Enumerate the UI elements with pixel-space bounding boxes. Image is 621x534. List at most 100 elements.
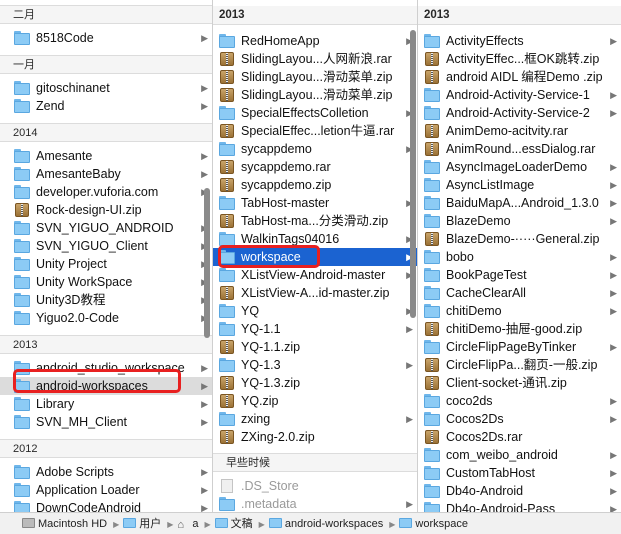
path-crumb-macintosh-hd[interactable]: Macintosh HD bbox=[22, 513, 107, 534]
file-row-zxing[interactable]: zxing ▶ bbox=[213, 410, 417, 428]
disclosure-arrow-icon[interactable]: ▶ bbox=[610, 266, 617, 284]
file-row-sycappdemo[interactable]: sycappdemo▶ bbox=[213, 140, 417, 158]
disclosure-arrow-icon[interactable]: ▶ bbox=[610, 446, 617, 464]
file-row-amesante[interactable]: Amesante ▶ bbox=[0, 147, 212, 165]
disclosure-arrow-icon[interactable]: ▶ bbox=[610, 32, 617, 50]
file-row-customtabhost[interactable]: CustomTabHost ▶ bbox=[418, 464, 621, 482]
file-row-db4o-android[interactable]: Db4o-Android ▶ bbox=[418, 482, 621, 500]
file-row-slidinglayou-zip[interactable]: SlidingLayou...滑动菜单.zip bbox=[213, 68, 417, 86]
file-row-chitidemo[interactable]: chitiDemo ▶ bbox=[418, 302, 621, 320]
scrollbar[interactable] bbox=[204, 188, 210, 338]
file-row-android-aidl-demo-zip[interactable]: android AIDL 编程Demo .zip bbox=[418, 68, 621, 86]
file-row-metadata[interactable]: .metadata ▶ bbox=[213, 495, 417, 512]
file-row-unity3d[interactable]: Unity3D教程▶ bbox=[0, 291, 212, 309]
disclosure-arrow-icon[interactable]: ▶ bbox=[610, 338, 617, 356]
file-row-slidinglayou-rar[interactable]: SlidingLayou...人网新浪.rar bbox=[213, 50, 417, 68]
disclosure-arrow-icon[interactable]: ▶ bbox=[201, 499, 208, 512]
file-row-8518code[interactable]: 8518Code ▶ bbox=[0, 29, 212, 47]
disclosure-arrow-icon[interactable]: ▶ bbox=[201, 377, 208, 395]
disclosure-arrow-icon[interactable]: ▶ bbox=[610, 212, 617, 230]
disclosure-arrow-icon[interactable]: ▶ bbox=[201, 79, 208, 97]
disclosure-arrow-icon[interactable]: ▶ bbox=[610, 158, 617, 176]
disclosure-arrow-icon[interactable]: ▶ bbox=[406, 495, 413, 512]
file-row-circleflippagebytinker[interactable]: CircleFlipPageByTinker ▶ bbox=[418, 338, 621, 356]
file-row-rock-design-ui-zip[interactable]: Rock-design-UI.zip bbox=[0, 201, 212, 219]
file-row-specialeffectscolletion[interactable]: SpecialEffectsColletion▶ bbox=[213, 104, 417, 122]
disclosure-arrow-icon[interactable]: ▶ bbox=[201, 413, 208, 431]
file-row-application-loader[interactable]: Application Loader ▶ bbox=[0, 481, 212, 499]
disclosure-arrow-icon[interactable]: ▶ bbox=[610, 104, 617, 122]
scrollbar[interactable] bbox=[410, 30, 416, 318]
file-row-downcodeandroid[interactable]: DownCodeAndroid ▶ bbox=[0, 499, 212, 512]
path-crumb-android-workspaces[interactable]: android-workspaces bbox=[268, 513, 383, 534]
file-row-adobe-scripts[interactable]: Adobe Scripts ▶ bbox=[0, 463, 212, 481]
disclosure-arrow-icon[interactable]: ▶ bbox=[201, 359, 208, 377]
disclosure-arrow-icon[interactable]: ▶ bbox=[610, 500, 617, 512]
disclosure-arrow-icon[interactable]: ▶ bbox=[201, 165, 208, 183]
file-row-baidumapa-android-1-3-0[interactable]: BaiduMapA...Android_1.3.0 ▶ bbox=[418, 194, 621, 212]
file-row-svn-yiguo-android[interactable]: SVN_YIGUO_ANDROID▶ bbox=[0, 219, 212, 237]
file-row-library[interactable]: Library ▶ bbox=[0, 395, 212, 413]
file-row-svn-mh-client[interactable]: SVN_MH_Client ▶ bbox=[0, 413, 212, 431]
file-row-zxing-2-0-zip[interactable]: ZXing-2.0.zip bbox=[213, 428, 417, 446]
file-row-amesantebaby[interactable]: AmesanteBaby ▶ bbox=[0, 165, 212, 183]
file-row-db4o-android-pass[interactable]: Db4o-Android-Pass ▶ bbox=[418, 500, 621, 512]
disclosure-arrow-icon[interactable]: ▶ bbox=[201, 481, 208, 499]
file-row-yq-zip[interactable]: YQ.zip bbox=[213, 392, 417, 410]
file-row-gitoschinanet[interactable]: gitoschinanet ▶ bbox=[0, 79, 212, 97]
path-crumb-item[interactable]: 文稿 bbox=[214, 513, 253, 534]
disclosure-arrow-icon[interactable]: ▶ bbox=[201, 395, 208, 413]
file-row-activityeffects[interactable]: ActivityEffects ▶ bbox=[418, 32, 621, 50]
file-row-client-socket-zip[interactable]: Client-socket-通讯.zip bbox=[418, 374, 621, 392]
file-row-ds-store[interactable]: .DS_Store bbox=[213, 477, 417, 495]
file-row-yq[interactable]: YQ▶ bbox=[213, 302, 417, 320]
file-row-bookpagetest[interactable]: BookPageTest ▶ bbox=[418, 266, 621, 284]
disclosure-arrow-icon[interactable]: ▶ bbox=[610, 194, 617, 212]
file-row-zend[interactable]: Zend ▶ bbox=[0, 97, 212, 115]
file-row-tabhost-ma-zip[interactable]: TabHost-ma...分类滑动.zip bbox=[213, 212, 417, 230]
file-row-unity-workspace[interactable]: Unity WorkSpace▶ bbox=[0, 273, 212, 291]
disclosure-arrow-icon[interactable]: ▶ bbox=[610, 302, 617, 320]
file-row-slidinglayou-zip[interactable]: SlidingLayou...滑动菜单.zip bbox=[213, 86, 417, 104]
file-row-unity-project[interactable]: Unity Project▶ bbox=[0, 255, 212, 273]
disclosure-arrow-icon[interactable]: ▶ bbox=[610, 248, 617, 266]
path-crumb-a[interactable]: ⌂ a bbox=[177, 513, 198, 534]
file-row-yq-1-1[interactable]: YQ-1.1 ▶ bbox=[213, 320, 417, 338]
disclosure-arrow-icon[interactable]: ▶ bbox=[406, 320, 413, 338]
disclosure-arrow-icon[interactable]: ▶ bbox=[201, 29, 208, 47]
finder-column-3[interactable]: 2013 ActivityEffects ▶ ActivityEffec...框OK跳… bbox=[418, 0, 621, 512]
finder-column-1[interactable]: 二月 8518Code ▶ 一月 gitoschinanet ▶ Zend ▶ 2014 Ames… bbox=[0, 0, 213, 512]
disclosure-arrow-icon[interactable]: ▶ bbox=[610, 482, 617, 500]
disclosure-arrow-icon[interactable]: ▶ bbox=[201, 97, 208, 115]
file-row-cacheclearall[interactable]: CacheClearAll ▶ bbox=[418, 284, 621, 302]
file-row-blazedemo-general-zip[interactable]: BlazeDemo-·····General.zip bbox=[418, 230, 621, 248]
file-row-asyncimageloaderdemo[interactable]: AsyncImageLoaderDemo ▶ bbox=[418, 158, 621, 176]
file-row-chitidemo-good-zip[interactable]: chitiDemo-抽屉-good.zip bbox=[418, 320, 621, 338]
file-row-svn-yiguo-client[interactable]: SVN_YIGUO_Client▶ bbox=[0, 237, 212, 255]
disclosure-arrow-icon[interactable]: ▶ bbox=[610, 464, 617, 482]
file-row-yq-1-1-zip[interactable]: YQ-1.1.zip bbox=[213, 338, 417, 356]
disclosure-arrow-icon[interactable]: ▶ bbox=[610, 410, 617, 428]
file-row-bobo[interactable]: bobo ▶ bbox=[418, 248, 621, 266]
disclosure-arrow-icon[interactable]: ▶ bbox=[610, 176, 617, 194]
disclosure-arrow-icon[interactable]: ▶ bbox=[406, 410, 413, 428]
file-row-yiguo2-0-code[interactable]: Yiguo2.0-Code▶ bbox=[0, 309, 212, 327]
disclosure-arrow-icon[interactable]: ▶ bbox=[406, 356, 413, 374]
disclosure-arrow-icon[interactable]: ▶ bbox=[610, 86, 617, 104]
file-row-animdemo-acitvity-rar[interactable]: AnimDemo-acitvity.rar bbox=[418, 122, 621, 140]
file-row-tabhost-master[interactable]: TabHost-master▶ bbox=[213, 194, 417, 212]
file-row-android-activity-service-1[interactable]: Android-Activity-Service-1 ▶ bbox=[418, 86, 621, 104]
disclosure-arrow-icon[interactable]: ▶ bbox=[610, 284, 617, 302]
file-row-developer-vuforia-com[interactable]: developer.vuforia.com▶ bbox=[0, 183, 212, 201]
path-crumb-item[interactable]: 用户 bbox=[123, 513, 161, 534]
file-row-xlistview-android-master[interactable]: XListView-Android-master▶ bbox=[213, 266, 417, 284]
disclosure-arrow-icon[interactable]: ▶ bbox=[201, 147, 208, 165]
file-row-android-activity-service-2[interactable]: Android-Activity-Service-2 ▶ bbox=[418, 104, 621, 122]
file-row-redhomeapp[interactable]: RedHomeApp▶ bbox=[213, 32, 417, 50]
file-row-coco2ds[interactable]: coco2ds ▶ bbox=[418, 392, 621, 410]
file-row-sycappdemo-rar[interactable]: sycappdemo.rar bbox=[213, 158, 417, 176]
file-row-asynclistimage[interactable]: AsyncListImage ▶ bbox=[418, 176, 621, 194]
file-row-circleflippa-zip[interactable]: CircleFlipPa...翻页-一般.zip bbox=[418, 356, 621, 374]
file-row-sycappdemo-zip[interactable]: sycappdemo.zip bbox=[213, 176, 417, 194]
file-row-yq-1-3-zip[interactable]: YQ-1.3.zip bbox=[213, 374, 417, 392]
